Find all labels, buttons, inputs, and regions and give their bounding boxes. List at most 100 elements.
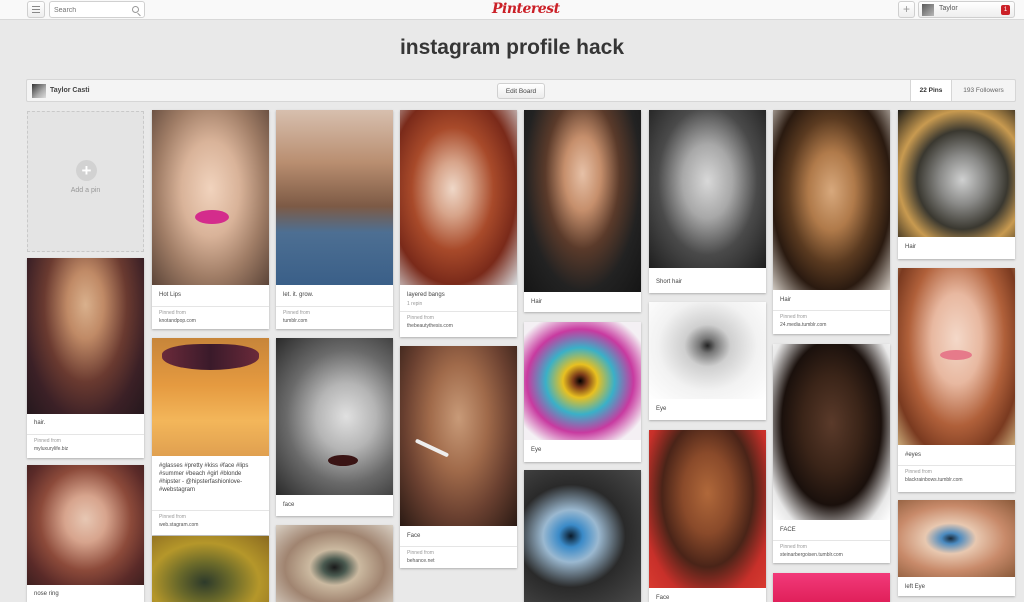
pin-card[interactable] xyxy=(524,470,641,602)
divider xyxy=(898,465,1015,466)
pin-image[interactable] xyxy=(400,110,517,285)
pin-description: face xyxy=(283,502,295,508)
pin-source-link[interactable]: myluxurylife.biz xyxy=(34,446,68,452)
pin-source-link[interactable]: blackrainbows.tumblr.com xyxy=(905,477,963,483)
pin-image[interactable] xyxy=(649,302,766,399)
pin-source-link[interactable]: web.stagram.com xyxy=(159,522,198,528)
pin-card[interactable]: layered bangs 1 repin Pinned from thebea… xyxy=(400,110,517,337)
pin-card[interactable]: Face Pinned from behance.net xyxy=(400,346,517,568)
pin-card[interactable]: Eye xyxy=(649,302,766,420)
pin-description: Hair xyxy=(905,244,917,250)
pin-description: Hair xyxy=(531,299,543,305)
pin-description: nose ring xyxy=(34,591,59,597)
pin-image[interactable] xyxy=(773,573,890,602)
pin-source-link[interactable]: behance.net xyxy=(407,558,435,564)
pin-source-link[interactable]: 24.media.tumblr.com xyxy=(780,322,826,328)
pin-lips xyxy=(328,455,358,466)
pin-card[interactable]: Hair Pinned from 24.media.tumblr.com xyxy=(773,110,890,334)
pin-image[interactable] xyxy=(27,258,144,414)
pin-card[interactable]: #glasses #pretty #kiss #face #lips #summ… xyxy=(152,338,269,535)
divider xyxy=(773,310,890,311)
search-icon[interactable] xyxy=(132,6,139,13)
pin-description: #eyes xyxy=(905,452,922,458)
pin-image[interactable] xyxy=(152,110,269,285)
pin-card[interactable]: Eye xyxy=(524,322,641,462)
pin-card[interactable]: let. it. grow. Pinned from tumblr.com xyxy=(276,110,393,329)
owner-avatar[interactable] xyxy=(32,84,46,98)
menu-icon-line xyxy=(32,6,40,7)
pin-image[interactable] xyxy=(524,470,641,602)
pin-card[interactable]: nose ring xyxy=(27,465,144,602)
divider xyxy=(27,434,144,435)
menu-button[interactable] xyxy=(27,1,45,18)
pin-card[interactable] xyxy=(276,525,393,602)
pinned-from-label: Pinned from xyxy=(407,550,434,556)
pin-image[interactable] xyxy=(276,338,393,495)
pin-image[interactable] xyxy=(27,465,144,585)
pin-image[interactable] xyxy=(649,110,766,268)
pin-card[interactable]: FACE Pinned from steinarbergoisen.tumblr… xyxy=(773,344,890,563)
edit-board-button[interactable]: Edit Board xyxy=(497,83,545,99)
pin-description: layered bangs xyxy=(407,292,445,298)
pin-image[interactable] xyxy=(649,430,766,588)
pin-image[interactable] xyxy=(898,500,1015,577)
pin-description: Short hair xyxy=(656,279,683,285)
pin-description: Face xyxy=(656,595,670,601)
notification-badge[interactable]: 1 xyxy=(1001,5,1010,15)
pin-card[interactable]: #eyes Pinned from blackrainbows.tumblr.c… xyxy=(898,268,1015,492)
pin-image[interactable] xyxy=(276,525,393,602)
divider xyxy=(152,510,269,511)
pinned-from-label: Pinned from xyxy=(34,438,61,444)
pin-image[interactable] xyxy=(773,344,890,520)
user-menu-button[interactable]: Taylor 1 xyxy=(918,1,1015,18)
pin-source-link[interactable]: knotandpop.com xyxy=(159,318,196,324)
pin-source-link[interactable]: steinarbergoisen.tumblr.com xyxy=(780,552,843,558)
pin-image[interactable] xyxy=(898,110,1015,237)
pin-description: Eye xyxy=(531,447,542,453)
board-title: instagram profile hack xyxy=(399,36,625,59)
pin-description: let. it. grow. xyxy=(283,292,314,298)
pinned-from-label: Pinned from xyxy=(159,514,186,520)
add-pin-tile[interactable]: + Add a pin xyxy=(27,111,144,252)
pin-card[interactable]: Hair xyxy=(898,110,1015,259)
pins-count-tab[interactable]: 22 Pins xyxy=(910,80,951,101)
menu-icon-line xyxy=(32,9,40,10)
pinned-from-label: Pinned from xyxy=(780,314,807,320)
pin-card[interactable] xyxy=(152,536,269,602)
pin-lips xyxy=(195,210,229,224)
board-owner-link[interactable]: Taylor Casti xyxy=(50,87,90,94)
pin-image[interactable] xyxy=(524,110,641,292)
avatar xyxy=(922,4,934,16)
pin-card[interactable]: face xyxy=(276,338,393,516)
pin-image[interactable] xyxy=(400,346,517,526)
pin-source-link[interactable]: thebeautythesis.com xyxy=(407,323,453,329)
pin-card[interactable]: Face xyxy=(649,430,766,602)
pinned-from-label: Pinned from xyxy=(407,315,434,321)
pin-card[interactable]: Hot Lips Pinned from knotandpop.com xyxy=(152,110,269,329)
pin-description: Hot Lips xyxy=(159,292,182,298)
pin-card[interactable]: left Eye xyxy=(898,500,1015,596)
pin-image[interactable] xyxy=(152,536,269,602)
add-pin-label: Add a pin xyxy=(70,187,101,194)
search-box xyxy=(49,1,145,18)
menu-icon-line xyxy=(32,12,40,13)
pinterest-logo[interactable]: Pinterest xyxy=(492,0,560,20)
pin-card[interactable]: Short hair xyxy=(649,110,766,293)
pin-card[interactable]: Hair xyxy=(524,110,641,312)
pin-description: #glasses #pretty #kiss #face #lips #summ… xyxy=(159,463,249,493)
followers-count-tab[interactable]: 193 Followers xyxy=(951,80,1015,101)
pinned-from-label: Pinned from xyxy=(159,310,186,316)
plus-icon: + xyxy=(76,160,97,181)
pin-image[interactable] xyxy=(276,110,393,285)
pin-card[interactable] xyxy=(773,573,890,602)
pin-card[interactable]: hair. Pinned from myluxurylife.biz xyxy=(27,258,144,458)
pin-image[interactable] xyxy=(524,322,641,440)
pin-source-link[interactable]: tumblr.com xyxy=(283,318,307,324)
search-input[interactable] xyxy=(54,4,129,16)
pin-image[interactable] xyxy=(773,110,890,290)
divider xyxy=(152,306,269,307)
pin-lips xyxy=(940,350,972,360)
pin-description: Hair xyxy=(780,297,792,303)
divider xyxy=(400,546,517,547)
add-button[interactable]: + xyxy=(898,1,915,18)
